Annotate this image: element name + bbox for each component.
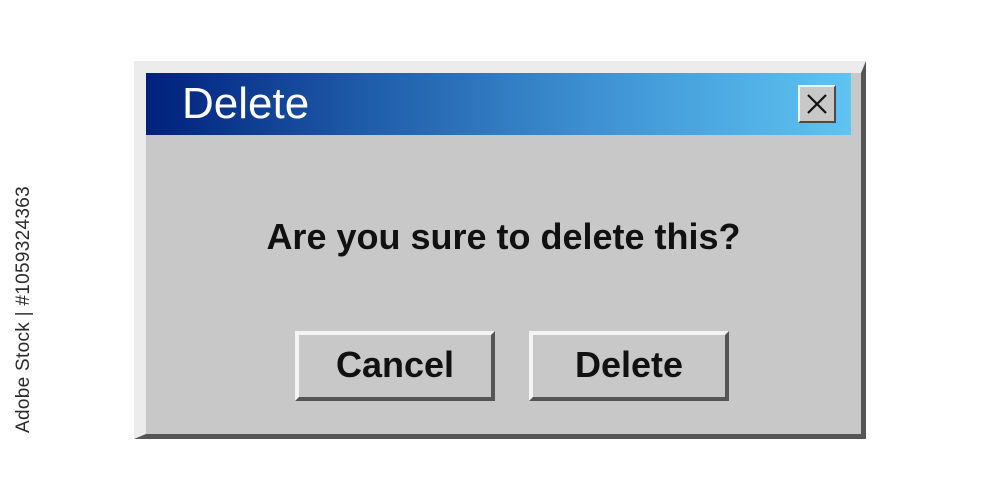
delete-dialog: Delete Are you sure to delete this? Canc… (134, 61, 866, 439)
close-button[interactable] (798, 85, 836, 123)
dialog-title: Delete (182, 79, 310, 128)
delete-button[interactable]: Delete (529, 331, 729, 401)
dialog-message: Are you sure to delete this? (266, 216, 741, 257)
cancel-button[interactable]: Cancel (295, 331, 495, 401)
screen: Adobe Stock | #1059324363 Delete Are you… (0, 0, 1000, 500)
stock-watermark-text: Adobe Stock | #1059324363 (13, 186, 34, 433)
dialog-titlebar[interactable]: Delete (146, 73, 851, 135)
close-icon (807, 94, 827, 114)
